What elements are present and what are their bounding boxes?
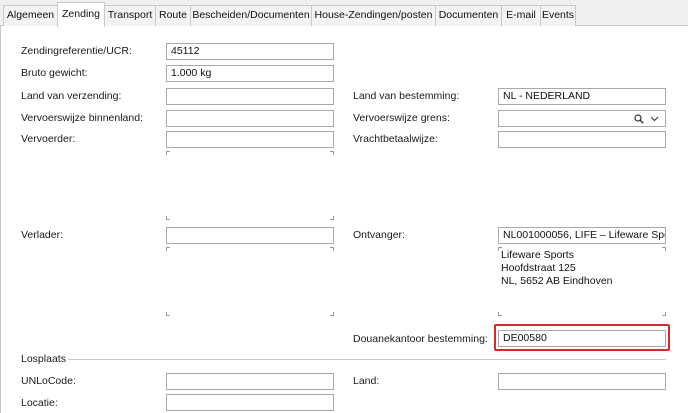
shipper-address-corner [330, 247, 334, 251]
origin-country-label: Land van verzending: [21, 90, 122, 102]
origin-country-field[interactable] [166, 88, 334, 105]
shipper-label: Verlader: [21, 229, 64, 241]
carrier-address-corner [166, 216, 170, 220]
search-icon[interactable] [634, 114, 644, 124]
land-label: Land: [353, 375, 380, 387]
consignee-address-line: Hoofdstraat 125 [501, 262, 576, 274]
shipper-address-corner [330, 312, 334, 316]
locatie-field[interactable] [166, 394, 334, 411]
consignee-field[interactable]: NL001000056, LIFE – Lifeware Sports [498, 227, 666, 244]
customs-office-label: Douanekantoor bestemming: [353, 333, 488, 345]
inland-transport-label: Vervoerswijze binnenland: [21, 112, 143, 124]
tab-documenten[interactable]: Documenten [435, 5, 502, 26]
consignee-address-line: NL, 5652 AB Eindhoven [501, 275, 613, 287]
weight-field[interactable]: 1.000 kg [166, 65, 334, 82]
consignee-address-corner [498, 312, 502, 316]
chevron-down-icon[interactable] [650, 116, 659, 122]
tab-route[interactable]: Route [155, 5, 191, 26]
inland-transport-field[interactable] [166, 110, 334, 127]
shipper-address-corner [166, 312, 170, 316]
tab-email[interactable]: E-mail [501, 5, 541, 26]
carrier-field[interactable] [166, 131, 334, 148]
ucr-label: Zendingreferentie/UCR: [21, 45, 132, 57]
tab-algemeen[interactable]: Algemeen [3, 5, 58, 26]
unlocode-label: UNLoCode: [21, 375, 76, 387]
border-transport-label: Vervoerswijze grens: [353, 112, 450, 124]
shipper-address-area[interactable] [166, 247, 170, 251]
customs-office-field[interactable]: DE00580 [498, 330, 666, 347]
consignee-address: Lifeware Sports Hoofdstraat 125 NL, 5652… [501, 249, 613, 288]
section-divider [68, 359, 666, 360]
field-icons [634, 112, 659, 126]
carrier-address-corner [330, 151, 334, 155]
losplaats-section-title: Losplaats [21, 353, 66, 365]
carrier-label: Vervoerder: [21, 133, 76, 145]
zending-panel [0, 26, 688, 413]
consignee-label: Ontvanger: [353, 229, 405, 241]
consignee-address-corner [662, 247, 666, 251]
weight-label: Bruto gewicht: [21, 67, 88, 79]
tab-transport[interactable]: Transport [104, 5, 156, 26]
tab-bar: Algemeen Zending Transport Route Beschei… [0, 0, 688, 27]
destination-country-field[interactable]: NL - NEDERLAND [498, 88, 666, 105]
land-field[interactable] [498, 373, 666, 390]
tab-zending[interactable]: Zending [57, 2, 105, 27]
tab-bescheiden-documenten[interactable]: Bescheiden/Documenten [190, 5, 312, 26]
tab-house-zendingen[interactable]: House-Zendingen/posten [311, 5, 436, 26]
ucr-field[interactable]: 45112 [166, 43, 334, 60]
shipper-field[interactable] [166, 227, 334, 244]
consignee-address-line: Lifeware Sports [501, 249, 574, 261]
freight-payment-label: Vrachtbetaalwijze: [353, 133, 438, 145]
unlocode-field[interactable] [166, 373, 334, 390]
border-transport-field[interactable] [498, 110, 666, 127]
carrier-address-area[interactable] [166, 151, 170, 155]
consignee-address-corner [662, 312, 666, 316]
tab-events[interactable]: Events [540, 5, 576, 26]
carrier-address-corner [330, 216, 334, 220]
destination-country-label: Land van bestemming: [353, 90, 460, 102]
freight-payment-field[interactable] [498, 131, 666, 148]
locatie-label: Locatie: [21, 397, 58, 409]
